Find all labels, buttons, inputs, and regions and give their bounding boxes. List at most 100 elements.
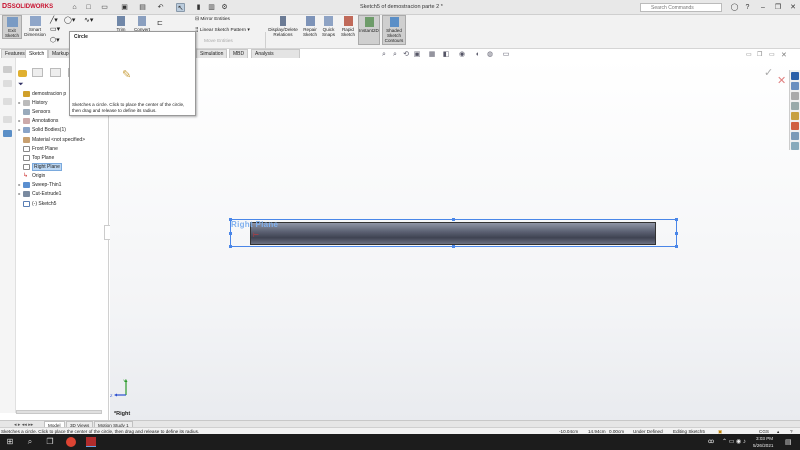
home-icon[interactable] (791, 82, 799, 90)
plane-handle[interactable] (452, 218, 455, 221)
restore-icon[interactable]: ❐ (771, 2, 785, 13)
mirror-entities-button[interactable]: ⊟ Mirror Entities (195, 17, 230, 22)
minimize-icon[interactable]: – (756, 2, 770, 13)
circle-tool-icon[interactable]: ◯▾ (64, 16, 75, 24)
tree-item-history[interactable]: ▸ History (16, 99, 48, 108)
windows-start-icon[interactable]: ⊞ (5, 437, 15, 447)
tree-item-front-plane[interactable]: Front Plane (16, 145, 58, 154)
tab-mbd[interactable]: MBD (229, 49, 249, 58)
view-settings-icon[interactable]: ▭ (502, 51, 510, 58)
plane-handle[interactable] (229, 245, 232, 248)
design-library-icon[interactable] (791, 92, 799, 100)
task-view-icon[interactable]: ❐ (45, 437, 55, 447)
edit-appearance-icon[interactable]: ◐ (474, 51, 482, 58)
confirm-cancel-icon[interactable]: ✕ (777, 74, 786, 87)
solidworks-resources-icon[interactable] (791, 72, 799, 80)
tree-item-origin[interactable]: ↳ Origin (16, 172, 45, 181)
smart-dimension-button[interactable]: Smart Dimension (23, 15, 47, 39)
quick-snaps-button[interactable]: Quick Snaps (320, 15, 337, 45)
file-explorer-icon[interactable] (791, 102, 799, 110)
window-tile-icon[interactable]: ▭ (746, 51, 752, 58)
tree-arrow[interactable]: ▸ (16, 117, 23, 126)
plane-handle[interactable] (675, 232, 678, 235)
solidworks-logo[interactable]: DSSOLIDWORKS (2, 3, 53, 10)
tree-item-root[interactable]: demostracion p (16, 90, 66, 99)
right-plane-outline[interactable] (229, 218, 678, 248)
exit-sketch-button[interactable]: Exit Sketch (2, 15, 22, 39)
tree-arrow[interactable]: ▸ (16, 190, 23, 199)
zoom-to-fit-icon[interactable]: ⌕ (380, 51, 388, 58)
polygon-tool-icon[interactable]: ⬡▾ (50, 36, 60, 44)
view-icon[interactable] (3, 130, 12, 137)
chrome-app-icon[interactable] (66, 437, 76, 447)
feature-manager-icon[interactable] (18, 70, 27, 77)
tree-item-sweep-thin1[interactable]: ▸ Sweep-Thin1 (16, 181, 61, 190)
view-orientation-icon[interactable]: ▦ (428, 51, 436, 58)
property-manager-tab-icon[interactable] (50, 68, 61, 77)
window-maximize-icon[interactable]: ▭ (769, 51, 775, 58)
rapid-sketch-button[interactable]: Rapid Sketch (339, 15, 357, 45)
home-icon[interactable]: ⌂ (70, 3, 79, 12)
print-icon[interactable]: ▤ (138, 3, 147, 12)
linear-sketch-pattern-button[interactable]: ⣿ Linear Sketch Pattern ▾ (195, 28, 250, 33)
feature-manager-tab-icon[interactable] (32, 68, 43, 77)
appearances-icon[interactable] (791, 122, 799, 130)
tree-item-solid-bodies[interactable]: ▸ Solid Bodies(1) (16, 126, 66, 135)
feature-icon[interactable] (3, 80, 12, 87)
move-entities-button[interactable]: Move Entities (204, 39, 233, 44)
clock-time[interactable]: 3:03 PM (756, 436, 773, 441)
open-folder-icon[interactable]: ▭ (100, 3, 109, 12)
tab-sketch[interactable]: Sketch (25, 49, 49, 58)
hide-show-items-icon[interactable]: ◉ (458, 51, 466, 58)
new-file-icon[interactable]: □ (84, 3, 93, 12)
solidworks-app-icon[interactable] (86, 437, 96, 447)
tree-item-top-plane[interactable]: Top Plane (16, 154, 54, 163)
display-delete-relations-button[interactable]: Display/Delete Relations (267, 15, 299, 45)
rebuild-icon[interactable]: ▮ (194, 3, 203, 12)
shaded-sketch-contours-button[interactable]: Shaded Sketch Contours (382, 15, 406, 45)
undo-icon[interactable]: ↶ (156, 3, 165, 12)
relation-icon[interactable] (3, 116, 12, 123)
search-commands-input[interactable]: Search Commands (640, 3, 722, 12)
filter-funnel-icon[interactable]: ⏷ (18, 81, 24, 89)
plane-handle[interactable] (452, 245, 455, 248)
line-tool-icon[interactable]: ╱▾ (50, 16, 58, 24)
plane-handle[interactable] (229, 232, 232, 235)
instant2d-button[interactable]: Instant2D (358, 15, 380, 45)
file-properties-icon[interactable]: ▥ (207, 3, 216, 12)
tree-arrow[interactable]: ▸ (16, 99, 23, 108)
panel-scrollbar[interactable] (16, 410, 102, 414)
view-palette-icon[interactable] (791, 112, 799, 120)
spline-tool-icon[interactable]: ∿▾ (84, 16, 93, 24)
zoom-to-area-icon[interactable]: ⌕ (391, 51, 399, 58)
sketch-tool-icon[interactable] (3, 98, 12, 105)
tree-item-sketch5[interactable]: (-) Sketch5 (16, 200, 56, 209)
apply-scene-icon[interactable]: ◍ (486, 51, 494, 58)
tree-item-annotations[interactable]: ▸ Annotations (16, 117, 58, 126)
taskbar-search-icon[interactable]: ⌕ (25, 437, 35, 447)
clock-date[interactable]: 5/26/2021 (753, 443, 773, 448)
window-close-icon[interactable]: ✕ (781, 51, 787, 59)
previous-view-icon[interactable]: ⟲ (402, 51, 410, 58)
tree-arrow[interactable]: ▸ (16, 126, 23, 135)
close-icon[interactable]: ✕ (786, 2, 800, 13)
window-restore-icon[interactable]: ❐ (757, 51, 762, 58)
people-icon[interactable]: ꝏ (708, 438, 714, 445)
display-style-icon[interactable]: ◧ (442, 51, 450, 58)
confirm-ok-icon[interactable]: ✓ (764, 66, 773, 79)
select-arrow-icon[interactable]: ↖ (176, 3, 185, 12)
tray-icons[interactable]: ⌃ ▭ ◉ ♪ (722, 438, 746, 445)
section-view-icon[interactable]: ▣ (413, 51, 421, 58)
tab-simulation[interactable]: Simulation (196, 49, 228, 58)
repair-sketch-button[interactable]: Repair Sketch (301, 15, 319, 45)
notifications-icon[interactable]: ▤ (785, 438, 792, 446)
tab-analysis-preparation[interactable]: Analysis Preparation (251, 49, 300, 66)
plane-handle[interactable] (675, 245, 678, 248)
options-gear-icon[interactable]: ⚙ (220, 3, 229, 12)
plane-handle[interactable] (675, 218, 678, 221)
filter-icon[interactable] (3, 66, 12, 73)
forum-icon[interactable] (791, 142, 799, 150)
tree-item-sensors[interactable]: Sensors (16, 108, 50, 117)
help-icon[interactable]: ? (743, 3, 752, 12)
offset-entities-icon[interactable]: ⊏ (157, 19, 163, 27)
